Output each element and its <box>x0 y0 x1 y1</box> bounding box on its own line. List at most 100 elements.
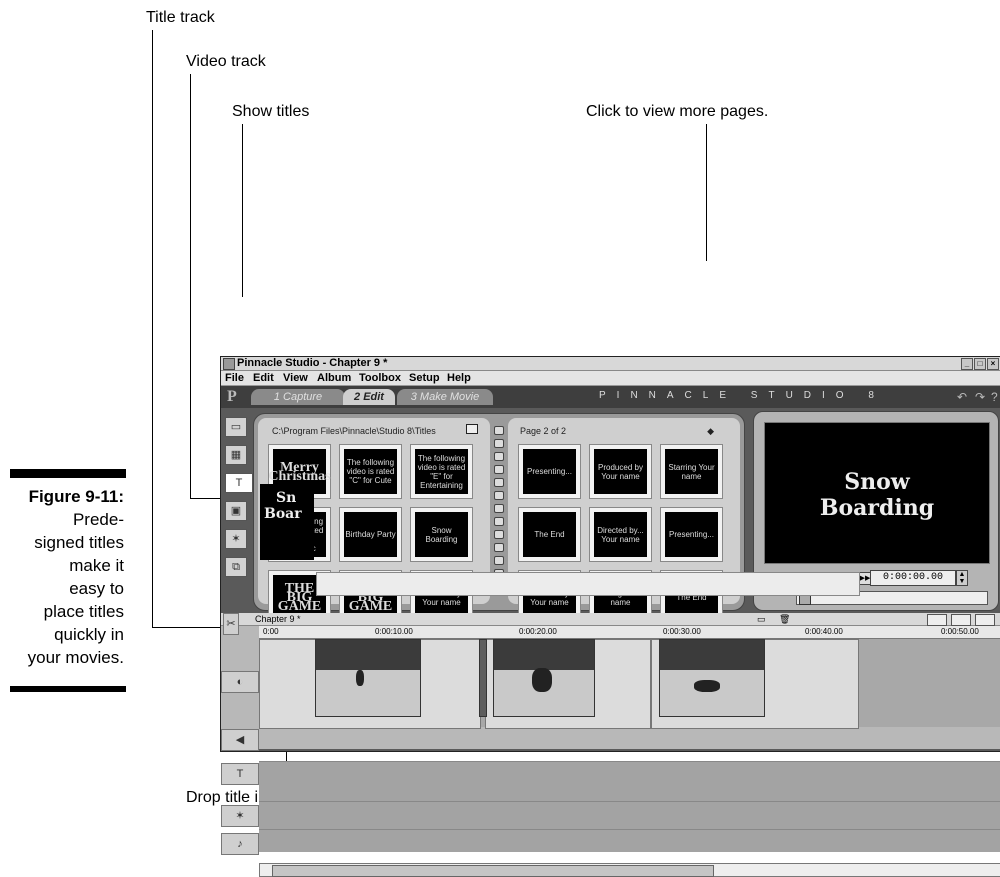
timeline-scrollbar[interactable] <box>259 863 1000 877</box>
caption-line: signed titles <box>34 533 124 552</box>
minimize-button[interactable]: _ <box>961 358 973 370</box>
music-track-icon[interactable]: ♪ <box>221 833 259 855</box>
mode-bar: P 1 Capture 2 Edit 3 Make Movie PINNACLE… <box>221 386 1000 408</box>
pinnacle-logo-icon: P <box>227 388 237 405</box>
callout-more-pages: Click to view more pages. <box>586 103 769 120</box>
menus-tab-icon[interactable]: ⧉ <box>225 557 247 577</box>
callout-title-track: Title track <box>146 9 215 26</box>
window-title: Pinnacle Studio - Chapter 9 * <box>237 357 388 369</box>
storyboard-view-icon[interactable] <box>927 614 947 626</box>
pinnacle-studio-window: Pinnacle Studio - Chapter 9 * _ □ × File… <box>220 356 1000 877</box>
ruler-tick-label: 0:00:30.00 <box>663 627 701 636</box>
album-path: C:\Program Files\Pinnacle\Studio 8\Title… <box>272 426 436 436</box>
video-clip-thumbnail[interactable] <box>493 639 595 717</box>
redo-icon[interactable]: ↷ <box>975 390 985 404</box>
menu-album[interactable]: Album <box>317 371 351 385</box>
split-icon[interactable]: ▭ <box>757 613 766 625</box>
ruler-tick-label: 0:00 <box>263 627 279 636</box>
title-thumbnail[interactable]: The following video is rated "C" for Cut… <box>339 444 402 499</box>
ruler-tick-label: 0:00:50.00 <box>941 627 979 636</box>
transitions-tab-icon[interactable]: ▦ <box>225 445 247 465</box>
title-thumbnail-text: The End <box>523 512 576 557</box>
undo-icon[interactable]: ↶ <box>957 390 967 404</box>
title-thumbnail-text: Snow Boarding <box>415 512 468 557</box>
page-indicator: Page 2 of 2 <box>520 426 567 436</box>
clip-divider <box>479 639 487 717</box>
title-clip-line: Boar <box>264 506 302 522</box>
right-thumb-grid: Presenting... Produced by Your name Starri… <box>518 444 723 625</box>
timecode-spinner[interactable]: ▲ ▼ <box>956 570 968 586</box>
menu-toolbox[interactable]: Toolbox <box>359 371 401 385</box>
menu-setup[interactable]: Setup <box>409 371 440 385</box>
tab-edit[interactable]: 2 Edit <box>343 389 395 405</box>
title-track-icon[interactable]: T <box>221 763 259 785</box>
timecode-display[interactable]: 0:00:00.00 <box>870 570 956 586</box>
figure-caption: Figure 9-11: Prede- signed titles make i… <box>0 485 124 669</box>
leader-more-pages <box>706 124 707 261</box>
title-clip-line: Sn <box>276 490 297 506</box>
title-thumbnail-text: Birthday Party <box>344 512 397 557</box>
title-clip[interactable]: Sn Boar <box>260 484 314 560</box>
callout-video-track: Video track <box>186 53 266 70</box>
text-view-icon[interactable] <box>975 614 995 626</box>
menu-file[interactable]: File <box>225 371 244 385</box>
timeline-scissors-icon[interactable]: ✂ <box>223 613 239 635</box>
tab-capture[interactable]: 1 Capture <box>251 389 345 405</box>
title-thumbnail-text: Directed by... Your name <box>594 512 647 557</box>
video-scenes-tab-icon[interactable]: ▭ <box>225 417 247 437</box>
page-corner-icon[interactable]: ◆ <box>707 426 714 437</box>
preview-screen: Snow Boarding <box>764 422 990 564</box>
caption-line: easy to <box>69 579 124 598</box>
still-images-tab-icon[interactable]: ▣ <box>225 501 247 521</box>
video-clip-thumbnail[interactable] <box>659 639 765 717</box>
caption-line: quickly in <box>54 625 124 644</box>
title-thumbnail[interactable]: The following video is rated "E" for Ent… <box>410 444 473 499</box>
tab-make-movie[interactable]: 3 Make Movie <box>397 389 493 405</box>
help-icon[interactable]: ? <box>991 390 998 404</box>
close-button[interactable]: × <box>987 358 999 370</box>
title-thumbnail-text: The following video is rated "C" for Cut… <box>344 449 397 494</box>
app-icon <box>223 358 235 370</box>
caption-bar-top <box>10 469 126 478</box>
ruler-tick-label: 0:00:40.00 <box>805 627 843 636</box>
video-track-icon[interactable]: ◐ <box>221 671 259 693</box>
brand-label: PINNACLE STUDIO 8 <box>599 390 885 401</box>
sound-effect-track-icon[interactable]: ✶ <box>221 805 259 827</box>
title-thumbnail[interactable]: Starring Your name <box>660 444 723 499</box>
titles-tab-icon[interactable]: T <box>225 473 253 493</box>
leader-title-track-v <box>152 30 153 628</box>
caption-label: Figure 9-11: <box>28 487 124 506</box>
title-thumbnail[interactable]: Directed by... Your name <box>589 507 652 562</box>
menu-bar: File Edit View Album Toolbox Setup Help <box>221 371 1000 386</box>
maximize-button[interactable]: □ <box>974 358 986 370</box>
title-thumbnail[interactable]: The End <box>518 507 581 562</box>
audio-track-row[interactable] <box>316 572 860 596</box>
ruler-tick-label: 0:00:20.00 <box>519 627 557 636</box>
menu-view[interactable]: View <box>283 371 308 385</box>
sound-effects-tab-icon[interactable]: ✶ <box>225 529 247 549</box>
trash-icon[interactable]: 🗑 <box>779 613 790 625</box>
timeline-name: Chapter 9 * <box>255 614 301 624</box>
caption-bar-bottom <box>10 686 126 692</box>
audio-track-icon[interactable]: ◀ <box>221 729 259 751</box>
title-thumbnail-text: Presenting... <box>665 512 718 557</box>
timeline-scroll-thumb[interactable] <box>272 865 714 877</box>
leader-show-titles <box>242 124 243 297</box>
title-thumbnail[interactable]: Produced by Your name <box>589 444 652 499</box>
menu-edit[interactable]: Edit <box>253 371 274 385</box>
title-track-row[interactable] <box>259 761 1000 802</box>
title-thumbnail[interactable]: Birthday Party <box>339 507 402 562</box>
title-thumbnail[interactable]: Presenting... <box>518 444 581 499</box>
video-track <box>259 639 1000 729</box>
preview-title-line: Snow <box>844 469 910 495</box>
title-thumbnail[interactable]: Presenting... <box>660 507 723 562</box>
timeline-view-icon[interactable] <box>951 614 971 626</box>
folder-icon[interactable] <box>466 424 478 434</box>
video-clip-thumbnail[interactable] <box>315 639 421 717</box>
menu-help[interactable]: Help <box>447 371 471 385</box>
ruler-tick-label: 0:00:10.00 <box>375 627 413 636</box>
preview-title-line: Boarding <box>819 495 935 521</box>
music-track-row[interactable] <box>259 829 1000 852</box>
title-thumbnail[interactable]: Snow Boarding <box>410 507 473 562</box>
sound-effect-track-row[interactable] <box>259 801 1000 830</box>
